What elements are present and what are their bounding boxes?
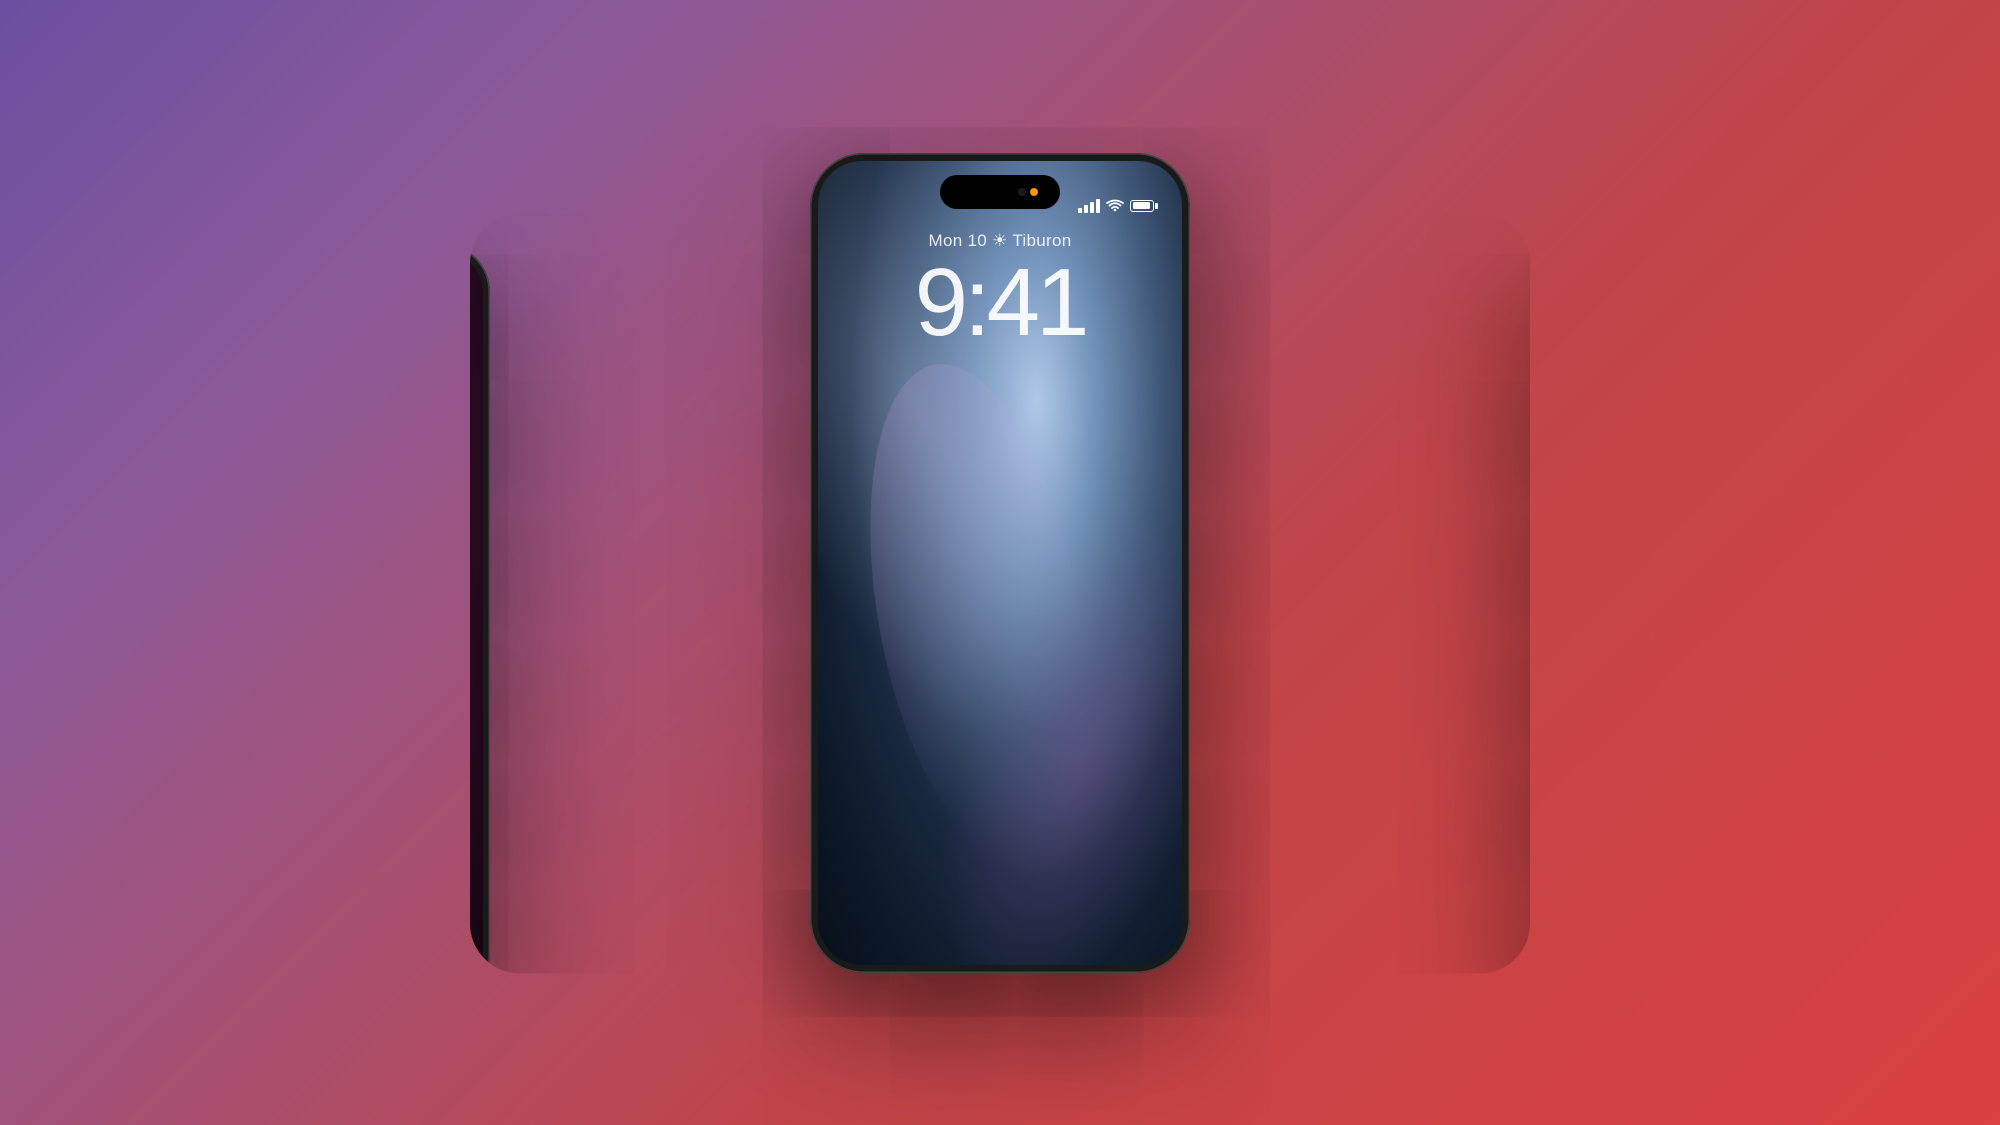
center-signal-icon — [1078, 199, 1100, 213]
left-time: 9:4 — [470, 328, 483, 410]
left-clock-area: Mon 10 ☀ Ti 9:4 — [470, 310, 483, 410]
center-battery-icon — [1130, 200, 1158, 212]
center-status-icons — [1078, 199, 1158, 213]
left-phone-container: Mon 10 ☀ Ti 9:4 — [470, 213, 830, 973]
center-date: Mon 10 ☀ Tiburon — [818, 231, 1182, 251]
right-phone-container: e to use ChatGPT to Use ChatGPT Paradise… — [1170, 213, 1530, 973]
center-phone-screen: Mon 10 ☀ Tiburon 9:41 — [818, 161, 1182, 965]
center-time: 9:41 — [818, 255, 1182, 351]
center-wifi-icon — [1106, 199, 1124, 213]
center-clock-area: Mon 10 ☀ Tiburon 9:41 — [818, 231, 1182, 351]
center-phone-bg: Mon 10 ☀ Tiburon 9:41 — [818, 161, 1182, 965]
center-date-text: Mon 10 — [929, 231, 988, 250]
center-location-text: Tiburon — [1012, 231, 1071, 250]
left-phone-bg: Mon 10 ☀ Ti 9:4 — [470, 250, 483, 973]
left-phone-screen: Mon 10 ☀ Ti 9:4 — [470, 250, 483, 973]
left-phone: Mon 10 ☀ Ti 9:4 — [470, 243, 490, 973]
center-phone: Mon 10 ☀ Tiburon 9:41 — [810, 153, 1190, 973]
center-weather-icon: ☀ — [992, 231, 1012, 250]
left-date: Mon 10 ☀ Ti — [470, 310, 483, 328]
scene: Mon 10 ☀ Ti 9:4 — [0, 0, 2000, 1125]
center-dynamic-island — [940, 175, 1060, 209]
